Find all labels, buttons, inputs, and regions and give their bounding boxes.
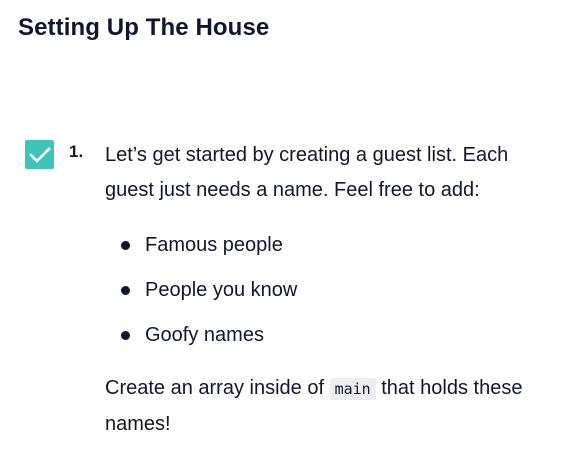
guest-type-list: Famous people People you know Goofy name… xyxy=(105,228,555,363)
list-item-label: People you know xyxy=(145,279,298,301)
task-checkbox[interactable] xyxy=(25,140,54,169)
bullet-dot-icon xyxy=(121,286,130,295)
list-item-label: Famous people xyxy=(145,234,283,256)
list-item: Famous people xyxy=(105,228,555,273)
checkmark-icon xyxy=(28,146,51,163)
inline-code-main: main xyxy=(329,378,376,400)
list-item: Goofy names xyxy=(105,318,555,363)
outro-text-before: Create an array inside of xyxy=(105,377,330,399)
list-item-label: Goofy names xyxy=(145,324,264,346)
list-item: People you know xyxy=(105,273,555,318)
bullet-dot-icon xyxy=(121,241,130,250)
instructions-panel: Setting Up The House 1. Let’s get starte… xyxy=(0,0,572,463)
bullet-dot-icon xyxy=(121,331,130,340)
task-outro: Create an array inside of main that hold… xyxy=(105,371,555,442)
section-heading: Setting Up The House xyxy=(18,14,270,41)
task-description: Let’s get started by creating a guest li… xyxy=(105,138,555,442)
task-intro: Let’s get started by creating a guest li… xyxy=(105,144,509,201)
task-number: 1. xyxy=(69,142,84,161)
